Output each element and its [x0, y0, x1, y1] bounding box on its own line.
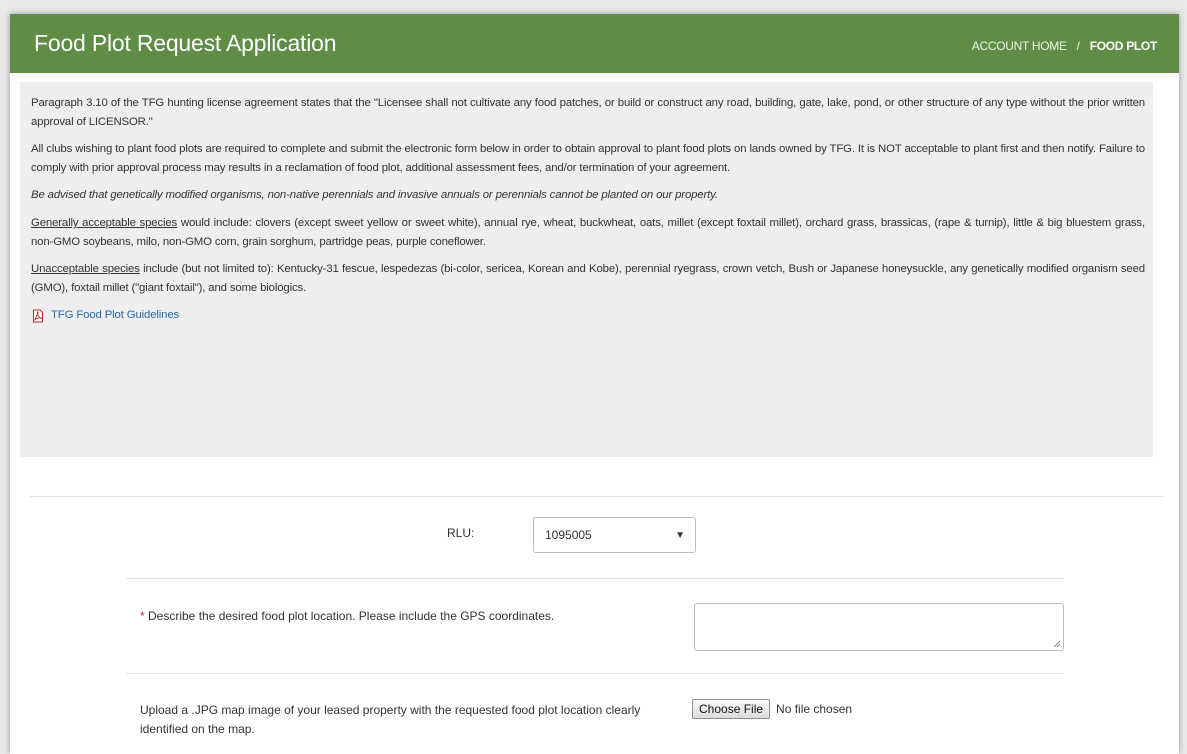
resize-handle-icon[interactable]: [1053, 640, 1061, 648]
info-paragraph-unacceptable: Unacceptable species include (but not li…: [31, 260, 1145, 297]
info-panel: Paragraph 3.10 of the TFG hunting licens…: [20, 82, 1153, 457]
location-textarea[interactable]: [694, 603, 1064, 651]
info-paragraph-advisory: Be advised that genetically modified org…: [31, 189, 718, 202]
pdf-icon: [33, 309, 43, 323]
breadcrumb-current: FOOD PLOT: [1089, 38, 1158, 53]
rlu-label: RLU:: [447, 526, 475, 540]
upload-label: Upload a .JPG map image of your leased p…: [140, 703, 641, 736]
section-divider: [30, 496, 1163, 497]
unacceptable-species-label: Unacceptable species: [31, 263, 140, 276]
info-paragraph-acceptable: Generally acceptable species would inclu…: [31, 214, 1145, 251]
info-paragraph-approval: All clubs wishing to plant food plots ar…: [31, 143, 1145, 174]
unacceptable-species-text: include (but not limited to): Kentucky-3…: [31, 263, 1145, 294]
breadcrumb-separator: /: [1076, 38, 1080, 53]
rlu-selected-value: 1095005: [545, 528, 592, 542]
no-file-chosen-text: No file chosen: [776, 702, 853, 716]
acceptable-species-label: Generally acceptable species: [31, 216, 178, 229]
page-header-wrapper: Food Plot Request Application ACCOUNT HO…: [10, 14, 1179, 73]
info-paragraph-license: Paragraph 3.10 of the TFG hunting licens…: [31, 97, 1145, 128]
page-header: Food Plot Request Application ACCOUNT HO…: [10, 14, 1179, 73]
breadcrumb: ACCOUNT HOME / FOOD PLOT: [972, 35, 1158, 53]
location-label: * Describe the desired food plot locatio…: [140, 607, 600, 626]
dropdown-arrow-icon: ▼: [675, 529, 685, 541]
file-upload-row: Choose File No file chosen: [692, 699, 852, 719]
location-label-text: Describe the desired food plot location.…: [144, 609, 555, 623]
choose-file-button[interactable]: Choose File: [692, 699, 771, 719]
page-title: Food Plot Request Application: [34, 30, 337, 56]
form-divider-middle: [126, 673, 1064, 674]
rlu-select[interactable]: 1095005 ▼: [533, 517, 696, 553]
guidelines-link[interactable]: TFG Food Plot Guidelines: [51, 306, 179, 325]
form-divider-top: [126, 578, 1064, 579]
acceptable-species-text: would include: clovers (except sweet yel…: [31, 216, 1145, 248]
breadcrumb-account-home[interactable]: ACCOUNT HOME: [972, 39, 1067, 53]
guidelines-link-row: TFG Food Plot Guidelines: [31, 306, 1145, 325]
